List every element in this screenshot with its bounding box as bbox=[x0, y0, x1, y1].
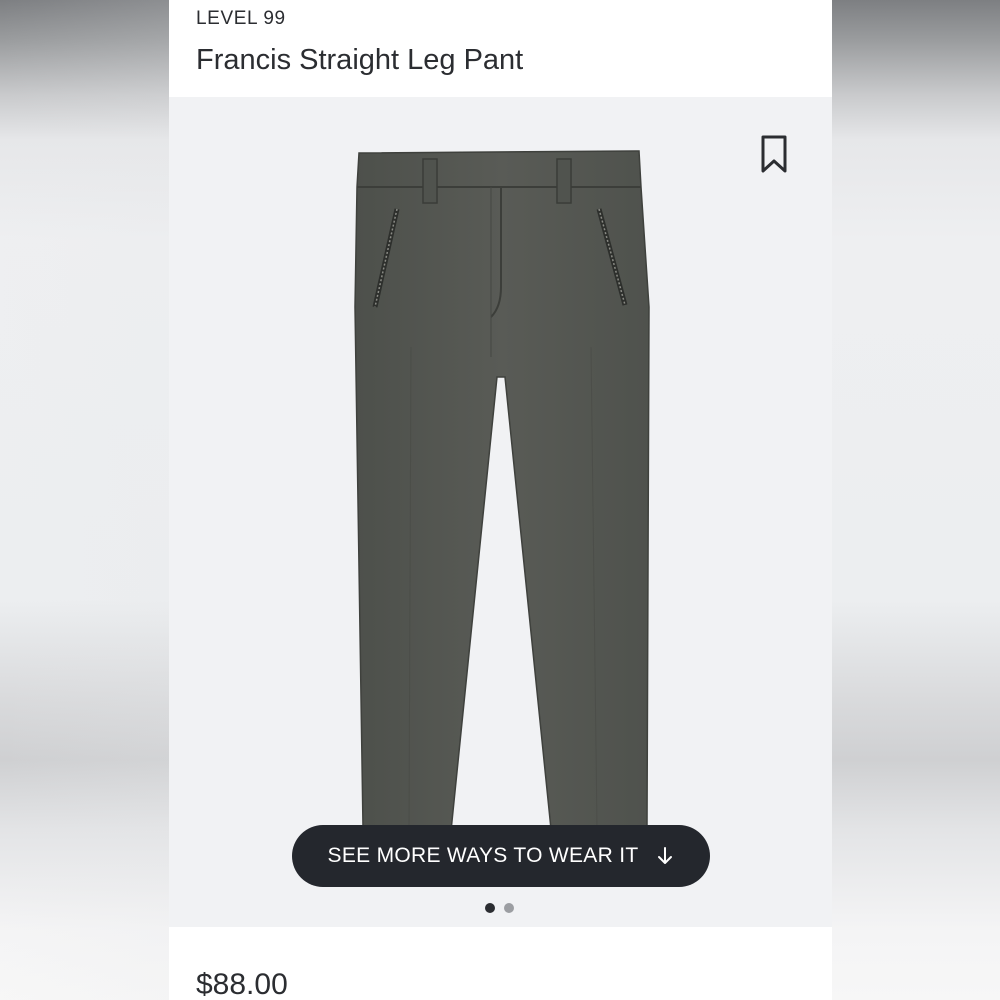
arrow-down-icon bbox=[658, 847, 673, 864]
product-image-carousel[interactable]: SEE MORE WAYS TO WEAR IT bbox=[169, 97, 832, 927]
product-brand: LEVEL 99 bbox=[196, 8, 286, 29]
carousel-pagination bbox=[485, 903, 514, 913]
product-image-pants bbox=[354, 150, 650, 832]
see-more-ways-button[interactable]: SEE MORE WAYS TO WEAR IT bbox=[292, 825, 710, 887]
carousel-dot-2[interactable] bbox=[504, 903, 514, 913]
product-screen: LEVEL 99 Francis Straight Leg Pant SEE M… bbox=[169, 0, 832, 1000]
product-title: Francis Straight Leg Pant bbox=[196, 44, 524, 76]
see-more-label: SEE MORE WAYS TO WEAR IT bbox=[327, 844, 639, 867]
bookmark-icon[interactable] bbox=[759, 135, 789, 175]
carousel-dot-1[interactable] bbox=[485, 903, 495, 913]
background-shade bbox=[0, 0, 170, 1000]
product-price: $88.00 bbox=[196, 968, 288, 1000]
